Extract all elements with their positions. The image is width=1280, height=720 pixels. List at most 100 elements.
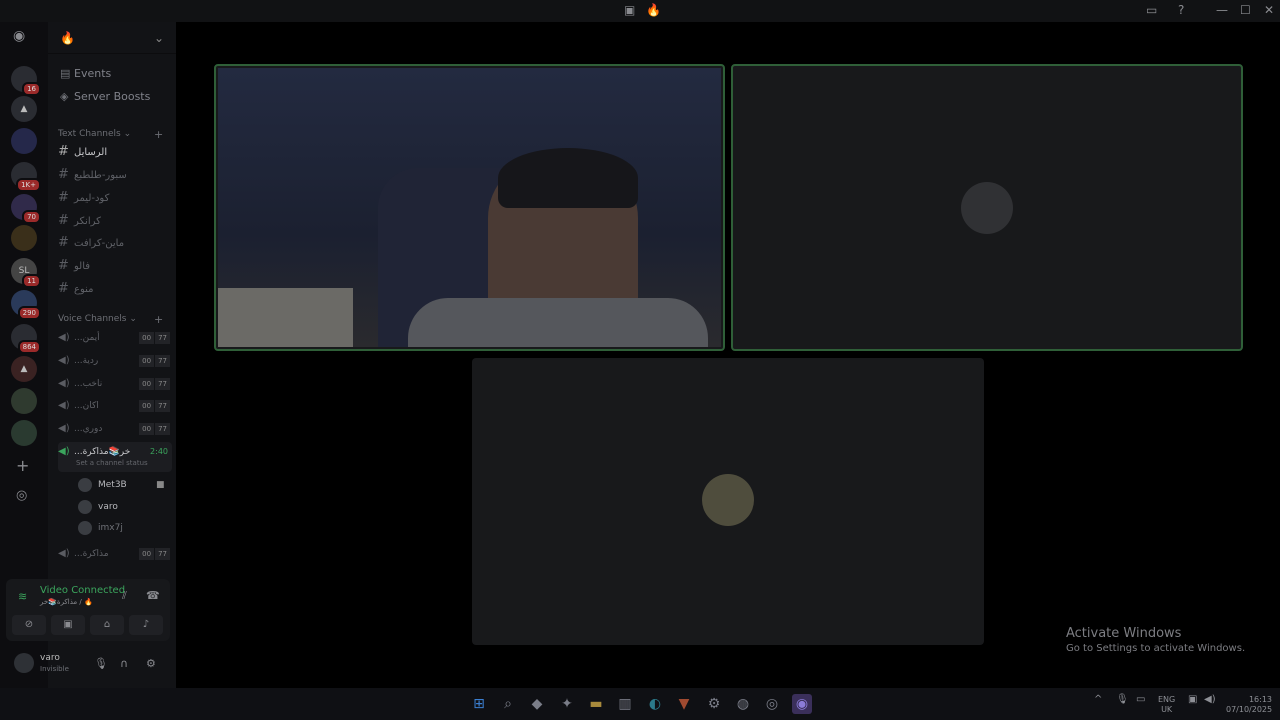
hash-icon: # — [58, 235, 69, 250]
speaker-icon: ◀) — [58, 332, 70, 343]
language-indicator[interactable]: ENG UK — [1158, 695, 1175, 715]
voice-status-title[interactable]: Video Connected — [40, 585, 125, 596]
server-icon[interactable]: ▲ — [11, 96, 37, 122]
soundboard-button[interactable]: ♪ — [129, 615, 163, 635]
camera-toggle-button[interactable]: ⊘ — [12, 615, 46, 635]
chevron-up-icon[interactable]: ^ — [1094, 695, 1102, 705]
server-icon[interactable] — [11, 388, 37, 414]
server-icon[interactable] — [11, 420, 37, 446]
display-icon[interactable]: ▭ — [1136, 695, 1145, 705]
voice-channel[interactable]: ◀) ...أيمن 00 77 — [58, 328, 172, 348]
add-channel-icon[interactable]: + — [154, 313, 163, 326]
store-icon[interactable]: ▥ — [615, 694, 635, 714]
server-icon[interactable] — [11, 225, 37, 251]
noise-suppression-icon[interactable]: ⫽ — [122, 589, 127, 603]
camera-feed — [218, 68, 721, 347]
text-channel[interactable]: # كود-ليمر — [58, 188, 172, 208]
microphone-icon[interactable]: 🎙 — [1116, 695, 1129, 705]
disconnect-icon[interactable]: ☎ — [146, 589, 160, 602]
steam-icon[interactable]: ◍ — [733, 694, 753, 714]
video-tile-audio[interactable] — [472, 358, 984, 645]
text-channel[interactable]: # الرسايل — [58, 142, 172, 162]
unread-badge: 16 — [22, 82, 41, 96]
headphones-icon[interactable]: ∩ — [120, 657, 128, 670]
help-icon[interactable]: ? — [1178, 3, 1184, 17]
text-channel[interactable]: # ماين-كرافت — [58, 233, 172, 253]
explore-icon[interactable]: ◎ — [16, 488, 27, 503]
file-explorer-icon[interactable]: ▬ — [586, 694, 606, 714]
voice-member[interactable]: imx7j — [78, 519, 123, 537]
speaker-icon: ◀) — [58, 355, 70, 366]
server-icon[interactable]: 864 — [11, 324, 41, 354]
maximize-button[interactable]: ☐ — [1240, 3, 1251, 17]
server-icon: ▣ — [624, 3, 636, 17]
guild-header[interactable]: 🔥 ⌄ — [48, 22, 176, 54]
title-bar: ▣ 🔥 ▭ ? — ☐ ✕ — [0, 0, 1280, 22]
voice-member[interactable]: Met3B ■ — [78, 476, 165, 494]
volume-icon[interactable]: ◀) — [1204, 695, 1216, 705]
text-channels-category[interactable]: Text Channels ⌄ + — [58, 128, 163, 141]
search-icon[interactable]: ⌕ — [498, 694, 518, 714]
discord-home-icon[interactable]: ◉ — [13, 28, 25, 44]
current-voice-channel[interactable]: ◀) ...خر📚مذاكرة 2:40 Set a channel status — [58, 442, 172, 472]
avatar — [702, 474, 754, 526]
server-icon[interactable]: 290 — [11, 290, 41, 320]
start-icon[interactable]: ⊞ — [469, 694, 489, 714]
speaker-icon: ◀) — [58, 400, 70, 411]
chevron-down-icon: ⌄ — [153, 31, 164, 45]
voice-member[interactable]: varo — [78, 498, 118, 516]
speaker-icon: ◀) — [58, 548, 70, 559]
discord-icon[interactable]: ◉ — [792, 694, 812, 714]
boost-icon: ◈ — [60, 90, 69, 103]
guild-emoji: 🔥 — [646, 3, 661, 17]
voice-channel[interactable]: ◀) ...دوري 00 77 — [58, 419, 172, 439]
avatar[interactable] — [14, 653, 34, 673]
server-icon[interactable]: 70 — [11, 194, 41, 224]
network-icon[interactable]: ▣ — [1188, 695, 1197, 705]
text-channel[interactable]: # كرانكر — [58, 211, 172, 231]
voice-channel[interactable]: ◀) ...ناخب 00 77 — [58, 374, 172, 394]
app-icon[interactable]: ◆ — [527, 694, 547, 714]
voice-channel[interactable]: ◀) ...ردية 00 77 — [58, 351, 172, 371]
channel-status[interactable]: Set a channel status — [76, 458, 148, 468]
voice-channel[interactable]: ◀) ...مذاكرة 00 77 — [58, 544, 172, 564]
voice-status-subtitle[interactable]: مذاكرة📚خر / 🔥 — [40, 598, 93, 606]
edge-icon[interactable]: ◐ — [645, 694, 665, 714]
server-icon[interactable]: 1K+ — [11, 162, 41, 192]
add-channel-icon[interactable]: + — [154, 128, 163, 141]
text-channel[interactable]: # فالو — [58, 256, 172, 276]
server-boosts-link[interactable]: ◈ Server Boosts — [60, 90, 150, 103]
server-icon[interactable]: 16 — [11, 66, 41, 96]
events-link[interactable]: ▤ Events — [60, 67, 111, 80]
minimize-button[interactable]: — — [1216, 3, 1228, 17]
unread-badge: 1K+ — [16, 178, 41, 192]
hash-icon: # — [58, 167, 69, 182]
settings-icon[interactable]: ⚙ — [146, 657, 156, 670]
brave-icon[interactable]: ▼ — [674, 694, 694, 714]
microphone-icon[interactable]: 🎙 — [94, 657, 108, 670]
add-server-icon[interactable]: + — [16, 456, 29, 475]
screen-share-button[interactable]: ▣ — [51, 615, 85, 635]
server-icon[interactable]: SL 11 — [11, 258, 41, 288]
voice-channel[interactable]: ◀) ...اكان 00 77 — [58, 396, 172, 416]
settings-icon[interactable]: ⚙ — [704, 694, 724, 714]
user-panel: varo Invisible 🎙 ∩ ⚙ — [6, 645, 170, 683]
video-tile-camera[interactable] — [214, 64, 725, 351]
voice-channels-category[interactable]: Voice Channels ⌄ + — [58, 313, 163, 326]
text-channel[interactable]: # منوع — [58, 279, 172, 299]
activity-button[interactable]: ⌂ — [90, 615, 124, 635]
avatar — [78, 477, 92, 492]
video-tile-audio[interactable] — [731, 64, 1243, 351]
calendar-icon: ▤ — [60, 67, 71, 80]
clock[interactable]: 16:13 07/10/2025 — [1226, 695, 1272, 715]
app-icon[interactable]: ◎ — [762, 694, 782, 714]
unread-badge: 290 — [17, 306, 41, 320]
inbox-icon[interactable]: ▭ — [1146, 3, 1157, 17]
guild-name: 🔥 — [60, 31, 75, 45]
folder-icon[interactable] — [11, 128, 37, 154]
user-status: Invisible — [40, 665, 69, 673]
server-icon[interactable]: ▲ — [11, 356, 37, 382]
close-button[interactable]: ✕ — [1264, 3, 1274, 17]
text-channel[interactable]: # سبور-طلطبع — [58, 165, 172, 185]
copilot-icon[interactable]: ✦ — [557, 694, 577, 714]
